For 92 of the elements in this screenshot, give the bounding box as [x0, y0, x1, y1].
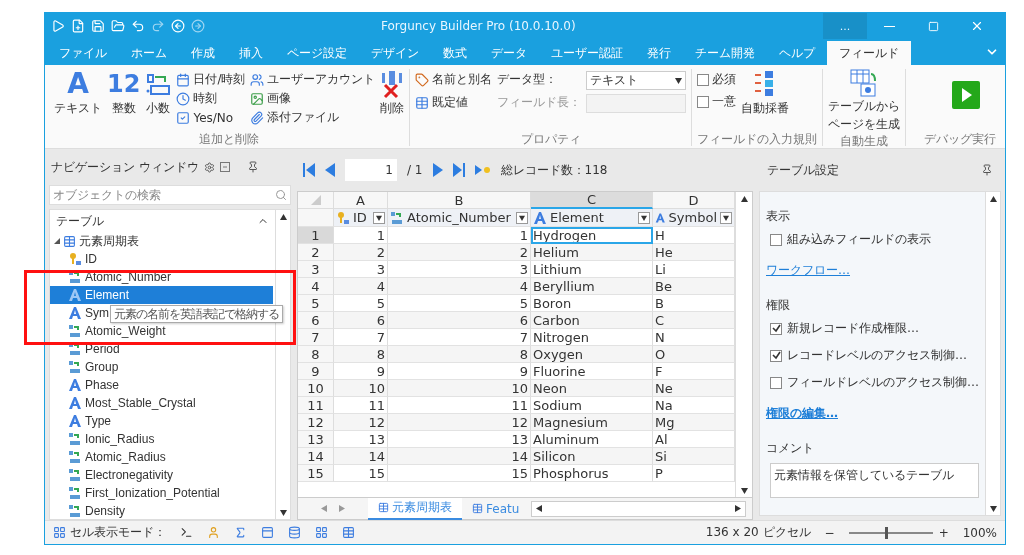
table-cell: 3: [388, 261, 531, 278]
table-cell: Lithium: [531, 261, 653, 278]
group-label: デバッグ実行: [924, 131, 996, 146]
table-cell: 8: [334, 346, 388, 363]
table-cell: Boron: [531, 295, 653, 312]
zoom-level: 100%: [962, 525, 997, 540]
table-cell: C: [653, 312, 735, 329]
table-cell: 4: [334, 278, 388, 295]
table-cell: 13: [388, 431, 531, 448]
table-cell: 5: [388, 295, 531, 312]
section-heading: 権限: [766, 297, 791, 314]
checkbox-label: フィールドレベルのアクセス制御…: [787, 374, 979, 391]
table-cell: 4: [388, 278, 531, 295]
checkbox-label: 一意: [712, 93, 737, 110]
checkbox-label: 必須: [712, 71, 737, 88]
section-heading: コメント: [766, 440, 815, 457]
table-cell: 13: [334, 431, 388, 448]
table-cell: 11: [334, 397, 388, 414]
table-cell: 14: [334, 448, 388, 465]
cell-size: 136 x 20 ピクセル: [705, 524, 811, 541]
field-label: フィールド長：: [497, 94, 582, 111]
status-label: セル表示モード：: [70, 524, 166, 541]
table-cell: 6: [334, 312, 388, 329]
table-cell: B: [653, 295, 735, 312]
table-cell: 12: [334, 414, 388, 431]
table-cell: 15: [388, 465, 531, 482]
table-cell: Magnesium: [531, 414, 653, 431]
table-cell: Mg: [653, 414, 735, 431]
group-label: フィールドの入力規則: [697, 131, 818, 146]
table-cell: Neon: [531, 380, 653, 397]
field-name: ID: [353, 210, 367, 225]
group-label: 追加と削除: [198, 131, 261, 146]
table-cell: Si: [653, 448, 735, 465]
record-count: 総レコード数：118: [500, 161, 608, 179]
table-cell: Silicon: [531, 448, 653, 465]
table-cell: Al: [653, 431, 735, 448]
table-cell: 6: [388, 312, 531, 329]
table-cell: 15: [334, 465, 388, 482]
checkbox-label: レコードレベルのアクセス制御…: [787, 347, 967, 364]
table-cell: N: [653, 329, 735, 346]
table-cell: Helium: [531, 244, 653, 261]
table-cell: Nitrogen: [531, 329, 653, 346]
table-cell: 11: [388, 397, 531, 414]
table-cell: 9: [334, 363, 388, 380]
table-cell: 8: [388, 346, 531, 363]
checkbox-label: 新規レコード作成権限…: [787, 320, 919, 337]
table-cell: 12: [388, 414, 531, 431]
table-cell: H: [653, 227, 735, 244]
table-cell: Beryllium: [531, 278, 653, 295]
table-cell: 2: [388, 244, 531, 261]
table-cell: F: [653, 363, 735, 380]
field-label: データ型：: [497, 71, 558, 88]
table-cell: Na: [653, 397, 735, 414]
section-heading: 表示: [766, 208, 791, 225]
table-cell: 1: [334, 227, 388, 244]
group-label: プロパティ: [519, 131, 582, 146]
field-name: Element: [550, 210, 604, 225]
table-cell: Aluminum: [531, 431, 653, 448]
window-title: Forguncy Builder Pro (10.0.10.0): [381, 19, 577, 33]
table-cell: 1: [388, 227, 531, 244]
table-cell: Ne: [653, 380, 735, 397]
table-cell: 10: [334, 380, 388, 397]
letter-glyph: A: [67, 69, 89, 99]
table-cell: Be: [653, 278, 735, 295]
table-cell: Carbon: [531, 312, 653, 329]
table-cell: O: [653, 346, 735, 363]
table-cell: 3: [334, 261, 388, 278]
number-glyph: 12: [107, 69, 141, 99]
table-cell: Oxygen: [531, 346, 653, 363]
table-cell: He: [653, 244, 735, 261]
table-cell: Phosphorus: [531, 465, 653, 482]
table-cell: Sodium: [531, 397, 653, 414]
table-cell: 2: [334, 244, 388, 261]
field-name: Atomic_Number: [407, 210, 511, 225]
field-name: Symbol: [668, 210, 717, 225]
panel-title: ナビゲーション ウィンドウ: [51, 158, 199, 176]
table-cell: 9: [388, 363, 531, 380]
table-cell: Fluorine: [531, 363, 653, 380]
table-cell: Hydrogen: [531, 227, 653, 244]
panel-title: テーブル設定: [767, 161, 839, 179]
table-cell: 7: [334, 329, 388, 346]
tooltip: 元素の名前を英語表記で格納する: [110, 305, 283, 323]
table-cell: Li: [653, 261, 735, 278]
table-cell: 14: [388, 448, 531, 465]
table-cell: 5: [334, 295, 388, 312]
table-cell: P: [653, 465, 735, 482]
checkbox-label: 組み込みフィールドの表示: [787, 231, 931, 248]
group-label: 自動生成: [839, 133, 890, 148]
table-cell: 10: [388, 380, 531, 397]
page-count: / 1: [407, 163, 423, 177]
section-title: テーブル: [56, 212, 104, 230]
table-cell: 7: [388, 329, 531, 346]
